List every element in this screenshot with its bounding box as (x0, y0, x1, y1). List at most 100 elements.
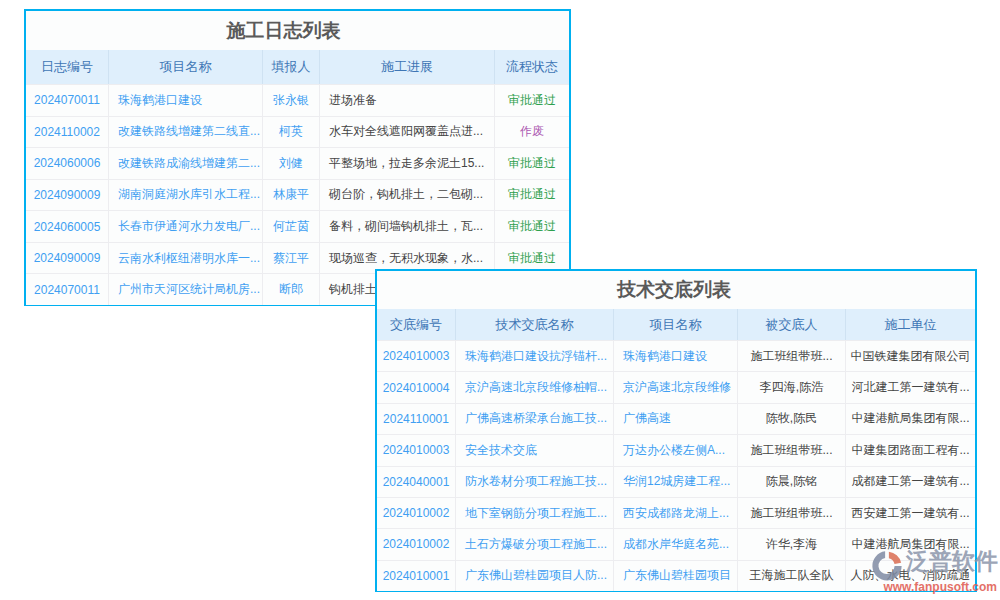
tech-name-link-text: 广佛高速桥梁承台施工技... (465, 410, 607, 427)
log-reporter-link-text: 柯英 (279, 123, 303, 140)
log-id-link[interactable]: 2024070011 (26, 274, 109, 305)
log-progress-text: 水车对全线遮阳网覆盖点进... (320, 117, 495, 148)
column-header: 日志编号 (26, 50, 109, 84)
table-row: 2024110001 广佛高速桥梁承台施工技... 广佛高速 陈牧,陈民 中建港航局集团… (377, 403, 975, 434)
log-id-link-text: 2024060005 (34, 220, 101, 234)
tech-unit-text: 中建集团路面工程有... (846, 435, 975, 465)
tech-id-link[interactable]: 2024010002 (377, 529, 456, 559)
tech-panel-title: 技术交底列表 (375, 271, 973, 309)
tech-id-link-text: 2024010003 (383, 349, 450, 363)
log-table-header: 日志编号项目名称填报人施工进展流程状态 (26, 50, 569, 84)
tech-name-link[interactable]: 广东佛山碧桂园项目人防... (456, 561, 614, 591)
log-reporter-link[interactable]: 张永银 (263, 85, 320, 116)
tech-id-link[interactable]: 2024040001 (377, 467, 456, 497)
log-reporter-link[interactable]: 柯英 (263, 117, 320, 148)
log-progress-text-text: 备料，砌间墙钩机排土，瓦... (329, 218, 483, 235)
tech-project-link[interactable]: 广佛高速 (614, 404, 738, 434)
log-project-link-text: 长春市伊通河水力发电厂... (118, 218, 260, 235)
log-status-badge-text: 审批通过 (508, 186, 556, 203)
tech-project-link[interactable]: 广东佛山碧桂园项目 (614, 561, 738, 591)
log-id-link-text: 2024090009 (34, 251, 101, 265)
log-project-link[interactable]: 改建铁路成渝线增建第二... (109, 148, 263, 179)
tech-project-link-text: 华润12城房建工程... (623, 473, 730, 490)
log-project-link[interactable]: 云南水利枢纽潜明水库一... (109, 243, 263, 274)
tech-name-link[interactable]: 地下室钢筋分项工程施工... (456, 498, 614, 528)
tech-id-link[interactable]: 2024010002 (377, 498, 456, 528)
table-row: 2024110002 改建铁路线增建第二线直... 柯英 水车对全线遮阳网覆盖点进..… (26, 116, 569, 148)
tech-receivers-text-text: 陈晨,陈铭 (766, 473, 817, 490)
tech-name-link[interactable]: 安全技术交底 (456, 435, 614, 465)
log-project-link[interactable]: 广州市天河区统计局机房... (109, 274, 263, 305)
log-reporter-link[interactable]: 刘健 (263, 148, 320, 179)
log-id-link[interactable]: 2024060006 (26, 148, 109, 179)
log-project-link-text: 改建铁路线增建第二线直... (118, 123, 260, 140)
log-reporter-link[interactable]: 断郎 (263, 274, 320, 305)
tech-name-link-text: 防水卷材分项工程施工技... (465, 473, 607, 490)
table-row: 2024060005 长春市伊通河水力发电厂... 何芷茵 备料，砌间墙钩机排土，瓦.… (26, 210, 569, 242)
log-progress-text-text: 水车对全线遮阳网覆盖点进... (329, 123, 483, 140)
tech-unit-text: 中建港航局集团有限... (846, 404, 975, 434)
log-status-badge: 审批通过 (495, 211, 569, 242)
tech-project-link-text: 成都水岸华庭名苑... (623, 536, 729, 553)
log-project-link[interactable]: 长春市伊通河水力发电厂... (109, 211, 263, 242)
log-project-link-text: 珠海鹤港口建设 (118, 92, 202, 109)
tech-project-link-text: 京沪高速北京段维修 (623, 379, 731, 396)
tech-id-link-text: 2024010004 (383, 381, 450, 395)
tech-receivers-text-text: 施工班组带班... (750, 348, 832, 365)
tech-project-link[interactable]: 西安成都路龙湖上... (614, 498, 738, 528)
log-id-link[interactable]: 2024090009 (26, 180, 109, 211)
tech-name-link[interactable]: 珠海鹤港口建设抗浮锚杆... (456, 341, 614, 371)
table-row: 2024010003 珠海鹤港口建设抗浮锚杆... 珠海鹤港口建设 施工班组带班...… (377, 340, 975, 371)
log-progress-text-text: 进场准备 (329, 92, 377, 109)
tech-unit-text-text: 西安建工第一建筑有... (851, 505, 969, 522)
log-id-link[interactable]: 2024060005 (26, 211, 109, 242)
log-project-link[interactable]: 改建铁路线增建第二线直... (109, 117, 263, 148)
tech-project-link[interactable]: 华润12城房建工程... (614, 467, 738, 497)
tech-unit-text-text: 中国铁建集团有限公司 (851, 348, 971, 365)
log-reporter-link[interactable]: 蔡江平 (263, 243, 320, 274)
column-header: 项目名称 (614, 309, 738, 340)
log-id-link[interactable]: 2024070011 (26, 85, 109, 116)
tech-id-link-text: 2024110001 (383, 412, 449, 426)
tech-name-link[interactable]: 广佛高速桥梁承台施工技... (456, 404, 614, 434)
tech-name-link[interactable]: 京沪高速北京段维修桩帽... (456, 372, 614, 402)
log-reporter-link-text: 何芷茵 (273, 218, 309, 235)
log-reporter-link[interactable]: 何芷茵 (263, 211, 320, 242)
tech-project-link[interactable]: 京沪高速北京段维修 (614, 372, 738, 402)
table-row: 2024010004京沪高速北京段维修桩帽...京沪高速北京段维修李四海,陈浩河… (377, 371, 975, 402)
tech-id-link[interactable]: 2024010004 (377, 372, 456, 402)
log-id-link[interactable]: 2024110002 (26, 117, 109, 148)
tech-name-link-text: 土石方爆破分项工程施工... (465, 536, 607, 553)
log-project-link[interactable]: 珠海鹤港口建设 (109, 85, 263, 116)
tech-project-link[interactable]: 珠海鹤港口建设 (614, 341, 738, 371)
tech-id-link[interactable]: 2024110001 (377, 404, 456, 434)
log-id-link[interactable]: 2024090009 (26, 243, 109, 274)
tech-name-link-text: 京沪高速北京段维修桩帽... (465, 379, 607, 396)
tech-project-link[interactable]: 万达办公楼左侧A... (614, 435, 738, 465)
tech-name-link-text: 地下室钢筋分项工程施工... (465, 505, 607, 522)
log-project-link-text: 改建铁路成渝线增建第二... (118, 155, 260, 172)
tech-name-link[interactable]: 土石方爆破分项工程施工... (456, 529, 614, 559)
tech-table-header: 交底编号技术交底名称项目名称被交底人施工单位 (377, 309, 975, 340)
tech-name-link-text: 珠海鹤港口建设抗浮锚杆... (465, 348, 607, 365)
table-row: 2024010003安全技术交底万达办公楼左侧A... 施工班组带班... 中建集团… (377, 434, 975, 465)
tech-id-link[interactable]: 2024010003 (377, 435, 456, 465)
tech-receivers-text-text: 陈牧,陈民 (766, 410, 817, 427)
log-reporter-link[interactable]: 林康平 (263, 180, 320, 211)
log-project-link-text: 云南水利枢纽潜明水库一... (118, 250, 260, 267)
tech-id-link[interactable]: 2024010003 (377, 341, 456, 371)
log-project-link[interactable]: 湖南洞庭湖水库引水工程... (109, 180, 263, 211)
tech-unit-text: 河北建工第一建筑有... (846, 372, 975, 402)
tech-receivers-text-text: 施工班组带班... (750, 442, 832, 459)
tech-receivers-text-text: 许华,李海 (766, 536, 817, 553)
tech-project-link-text: 珠海鹤港口建设 (623, 348, 707, 365)
tech-name-link[interactable]: 防水卷材分项工程施工技... (456, 467, 614, 497)
tech-id-link[interactable]: 2024010001 (377, 561, 456, 591)
log-panel-title: 施工日志列表 (12, 11, 555, 50)
tech-disclosure-panel: 技术交底列表 交底编号技术交底名称项目名称被交底人施工单位 2024010003… (375, 269, 977, 592)
log-progress-text-text: 钩机排土 (329, 281, 377, 298)
log-progress-text: 进场准备 (320, 85, 495, 116)
tech-project-link[interactable]: 成都水岸华庭名苑... (614, 529, 738, 559)
log-project-link-text: 湖南洞庭湖水库引水工程... (118, 186, 260, 203)
tech-unit-text-text: 中建集团路面工程有... (851, 442, 969, 459)
